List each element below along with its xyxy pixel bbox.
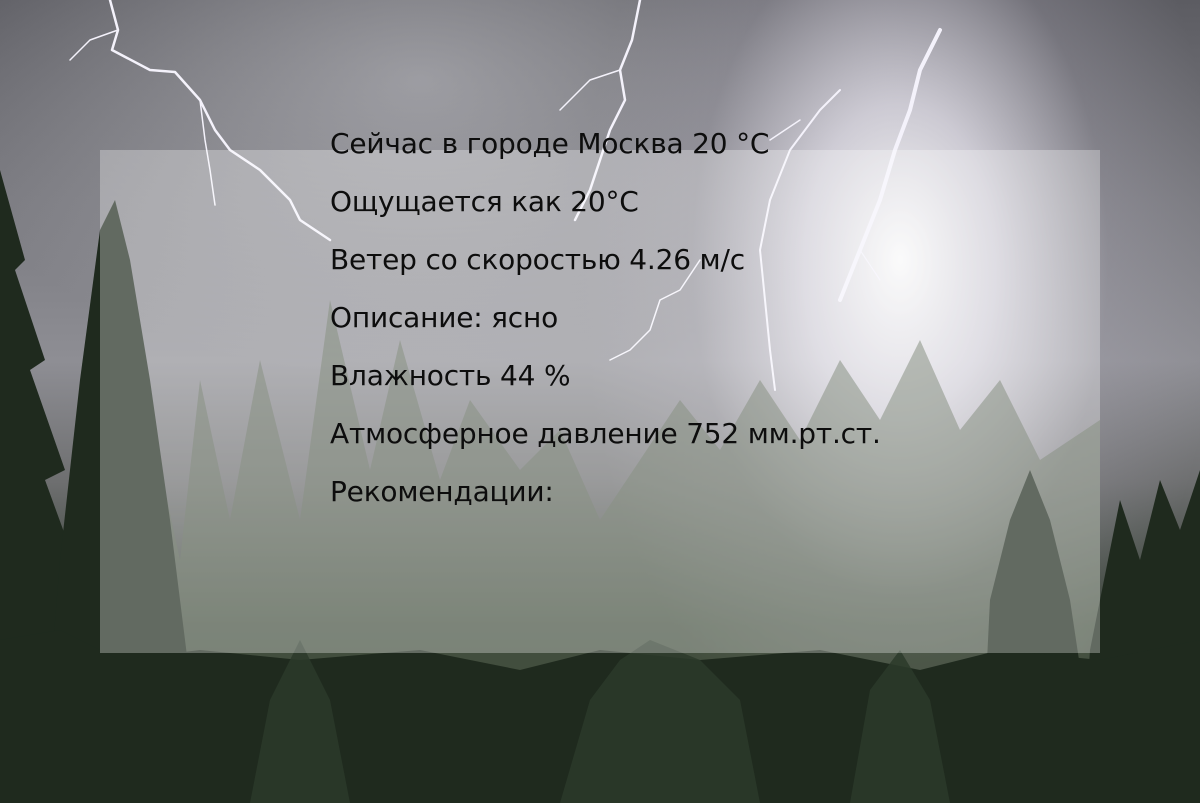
feels-like-text: Ощущается как 20°С: [330, 185, 639, 218]
wind-speed-text: Ветер со скоростью 4.26 м/с: [330, 243, 745, 276]
pressure-text: Атмосферное давление 752 мм.рт.ст.: [330, 417, 881, 450]
humidity-text: Влажность 44 %: [330, 359, 571, 392]
current-temperature-text: Сейчас в городе Москва 20 °С: [330, 127, 770, 160]
weather-info-list: Сейчас в городе Москва 20 °С Ощущается к…: [330, 124, 881, 530]
description-text: Описание: ясно: [330, 301, 559, 334]
recommendations-label: Рекомендации:: [330, 475, 554, 508]
